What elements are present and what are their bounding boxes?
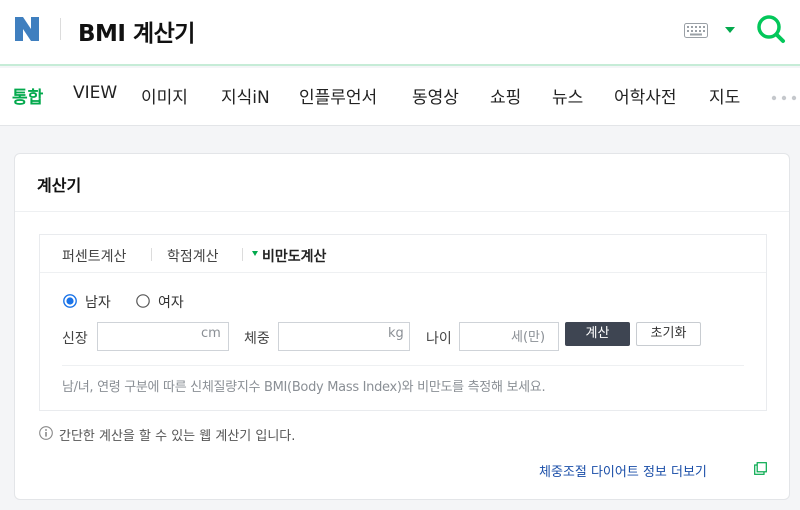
height-label: 신장: [62, 331, 88, 347]
search-icon[interactable]: [756, 14, 786, 44]
panel-title: 계산기: [37, 176, 82, 195]
radio-male[interactable]: [63, 294, 77, 308]
naver-logo[interactable]: [12, 14, 42, 44]
radio-female[interactable]: [136, 294, 150, 308]
weight-unit: kg: [388, 326, 404, 341]
calculator-box: 퍼센트계산 학점계산 비만도계산 남자 여자 신장 cm 체중 kg 나이 세(…: [39, 234, 767, 411]
tab-divider: [242, 248, 243, 261]
tab-bmi-calc[interactable]: 비만도계산: [262, 246, 326, 266]
info-text: 간단한 계산을 할 수 있는 웹 계산기 입니다.: [59, 429, 296, 444]
calculator-divider: [62, 365, 744, 366]
age-unit: 세(만): [511, 330, 546, 345]
age-label: 나이: [426, 331, 452, 347]
tab-map[interactable]: 지도: [709, 83, 740, 108]
bmi-description: 남/녀, 연령 구분에 따른 신체질량지수 BMI(Body Mass Inde…: [62, 380, 546, 395]
panel-divider: [15, 211, 789, 212]
tab-news[interactable]: 뉴스: [552, 83, 583, 108]
info-icon: [39, 426, 53, 440]
more-tabs-icon[interactable]: [771, 95, 800, 101]
keyboard-icon[interactable]: [684, 23, 708, 38]
radio-female-label[interactable]: 여자: [158, 292, 184, 312]
tab-dictionary[interactable]: 어학사전: [614, 83, 677, 108]
search-header: BMI 계산기: [0, 0, 800, 66]
header-divider: [60, 18, 61, 40]
tab-influencer[interactable]: 인플루언서: [299, 83, 377, 108]
tab-grade-calc[interactable]: 학점계산: [167, 246, 219, 266]
tab-kin[interactable]: 지식iN: [221, 83, 270, 108]
weight-label: 체중: [244, 331, 270, 347]
diet-info-more-link[interactable]: 체중조절 다이어트 정보 더보기: [539, 461, 707, 480]
tab-images[interactable]: 이미지: [141, 83, 188, 108]
search-query-text[interactable]: BMI 계산기: [78, 14, 195, 48]
height-unit: cm: [201, 326, 221, 341]
tab-view[interactable]: VIEW: [73, 83, 117, 103]
external-link-icon[interactable]: [754, 462, 767, 475]
tab-percent-calc[interactable]: 퍼센트계산: [62, 246, 126, 266]
dropdown-arrow-icon[interactable]: [724, 26, 736, 34]
tab-video[interactable]: 동영상: [412, 83, 459, 108]
reset-button[interactable]: 초기화: [636, 322, 701, 346]
calculator-tabs: 퍼센트계산 학점계산 비만도계산: [40, 235, 766, 273]
tab-shopping[interactable]: 쇼핑: [490, 83, 521, 108]
tab-integrated[interactable]: 통합: [12, 83, 43, 108]
search-tabs: 통합 VIEW 이미지 지식iN 인플루언서 동영상 쇼핑 뉴스 어학사전 지도: [0, 68, 800, 126]
selected-triangle-icon: [252, 251, 258, 256]
calculator-panel: 계산기 퍼센트계산 학점계산 비만도계산 남자 여자 신장 cm 체중 kg 나…: [14, 153, 790, 500]
tab-divider: [151, 248, 152, 261]
calculate-button[interactable]: 계산: [565, 322, 630, 346]
radio-male-label[interactable]: 남자: [85, 292, 111, 312]
